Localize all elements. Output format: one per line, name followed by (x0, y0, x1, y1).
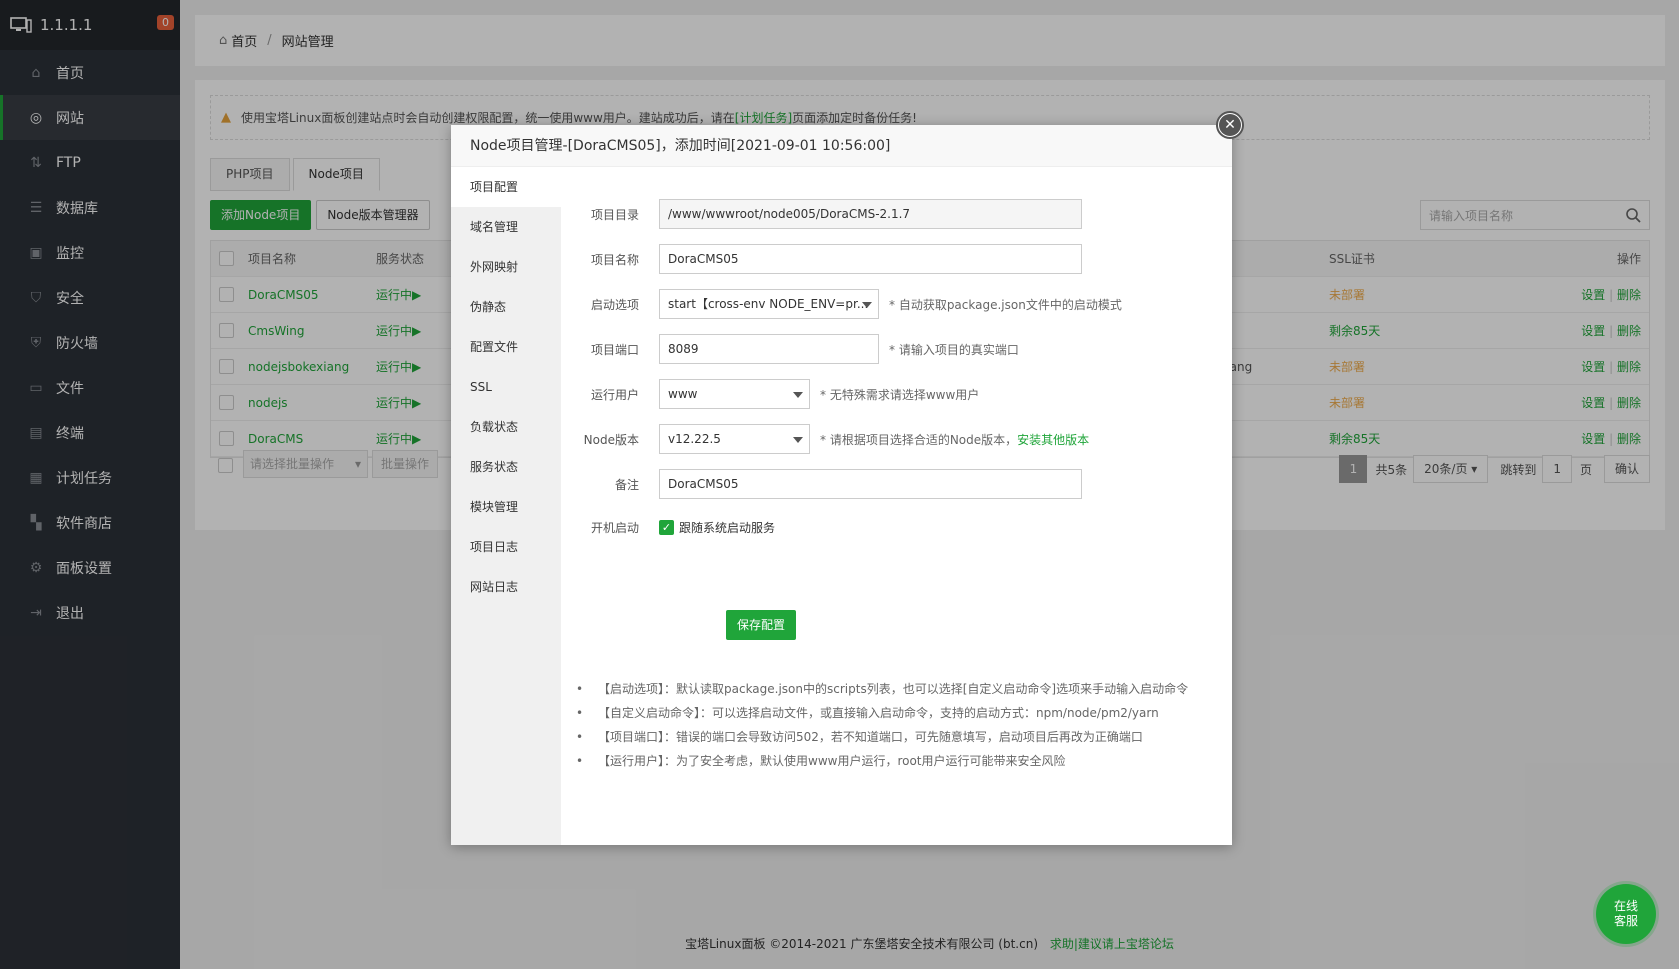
tip-item: 【项目端口】：错误的端口会导致访问502，若不知道端口，可先随意填写，启动项目后… (576, 725, 1188, 749)
chevron-down-icon (793, 437, 803, 443)
tip-item: 【运行用户】：为了安全考虑，默认使用www用户运行，root用户运行可能带来安全… (576, 749, 1188, 773)
port-input[interactable]: 8089 (659, 334, 879, 364)
tip-item: 【启动选项】：默认读取package.json中的scripts列表，也可以选择… (576, 677, 1188, 701)
nodever-select-value: v12.22.5 (668, 432, 721, 446)
modal-nav-item[interactable]: 域名管理 (451, 207, 561, 247)
chevron-down-icon (793, 392, 803, 398)
name-input[interactable]: DoraCMS05 (659, 244, 1082, 274)
user-select-value: www (668, 387, 698, 401)
chevron-down-icon (862, 302, 872, 308)
row-start: 启动选项 start【cross-env NODE_ENV=pr... * 自动… (561, 289, 1122, 319)
row-remark: 备注 DoraCMS05 (561, 469, 1082, 499)
nodever-hint: * 请根据项目选择合适的Node版本，安装其他版本 (820, 431, 1089, 448)
row-port: 项目端口 8089 * 请输入项目的真实端口 (561, 334, 1019, 364)
modal-nav-item[interactable]: 项目日志 (451, 527, 561, 567)
modal-title: Node项目管理-[DoraCMS05]，添加时间[2021-09-01 10:… (451, 125, 1232, 167)
modal-nav-item[interactable]: 项目配置 (451, 167, 561, 207)
row-user: 运行用户 www * 无特殊需求请选择www用户 (561, 379, 979, 409)
close-button[interactable]: ✕ (1216, 111, 1244, 139)
tips-list: 【启动选项】：默认读取package.json中的scripts列表，也可以选择… (576, 677, 1188, 773)
nodever-label: Node版本 (583, 432, 639, 447)
online-service-button[interactable]: 在线 客服 (1596, 884, 1656, 944)
dir-label: 项目目录 (590, 207, 639, 222)
modal-nav-item[interactable]: 外网映射 (451, 247, 561, 287)
boot-label: 开机启动 (590, 520, 639, 535)
port-hint: * 请输入项目的真实端口 (889, 342, 1019, 357)
dir-input[interactable]: /www/wwwroot/node005/DoraCMS-2.1.7 (659, 199, 1082, 229)
close-icon: ✕ (1219, 114, 1241, 136)
start-select-value: start【cross-env NODE_ENV=pr... (668, 297, 869, 311)
row-dir: 项目目录 /www/wwwroot/node005/DoraCMS-2.1.7 (561, 199, 1082, 229)
modal-nav-item[interactable]: 负载状态 (451, 407, 561, 447)
modal-nav: 项目配置 域名管理 外网映射 伪静态 配置文件 SSL 负载状态 服务状态 模块管理 项目日志 网站… (451, 167, 561, 845)
modal-nav-item[interactable]: 服务状态 (451, 447, 561, 487)
modal-nav-item[interactable]: 网站日志 (451, 567, 561, 607)
tip-item: 【自定义启动命令】：可以选择启动文件，或直接输入启动命令，支持的启动方式：npm… (576, 701, 1188, 725)
port-label: 项目端口 (590, 342, 639, 357)
start-hint: * 自动获取package.json文件中的启动模式 (889, 297, 1122, 312)
user-label: 运行用户 (590, 387, 639, 402)
modal-nav-item[interactable]: 模块管理 (451, 487, 561, 527)
install-other-link[interactable]: 安装其他版本 (1017, 433, 1089, 447)
start-select[interactable]: start【cross-env NODE_ENV=pr... (659, 289, 879, 319)
save-config-button[interactable]: 保存配置 (726, 610, 797, 640)
row-nodever: Node版本 v12.22.5 * 请根据项目选择合适的Node版本，安装其他版… (561, 424, 1089, 454)
name-label: 项目名称 (590, 252, 639, 267)
boot-text: 跟随系统启动服务 (679, 520, 776, 535)
boot-checkbox[interactable]: ✓ (659, 519, 674, 535)
remark-input[interactable]: DoraCMS05 (659, 469, 1082, 499)
modal-body: 项目目录 /www/wwwroot/node005/DoraCMS-2.1.7 … (561, 167, 1232, 845)
nodever-hint-text: * 请根据项目选择合适的Node版本， (820, 432, 1018, 447)
start-label: 启动选项 (590, 297, 639, 312)
row-name: 项目名称 DoraCMS05 (561, 244, 1082, 274)
modal-nav-item[interactable]: SSL (451, 367, 561, 407)
user-select[interactable]: www (659, 379, 810, 409)
modal-nav-item[interactable]: 伪静态 (451, 287, 561, 327)
kefu-line2: 客服 (1613, 914, 1638, 928)
row-boot: 开机启动 ✓ 跟随系统启动服务 (561, 512, 775, 542)
user-hint: * 无特殊需求请选择www用户 (820, 387, 980, 402)
kefu-line1: 在线 (1613, 899, 1638, 913)
modal-nav-item[interactable]: 配置文件 (451, 327, 561, 367)
remark-label: 备注 (614, 477, 639, 492)
node-project-modal: Node项目管理-[DoraCMS05]，添加时间[2021-09-01 10:… (451, 111, 1244, 845)
nodever-select[interactable]: v12.22.5 (659, 424, 810, 454)
